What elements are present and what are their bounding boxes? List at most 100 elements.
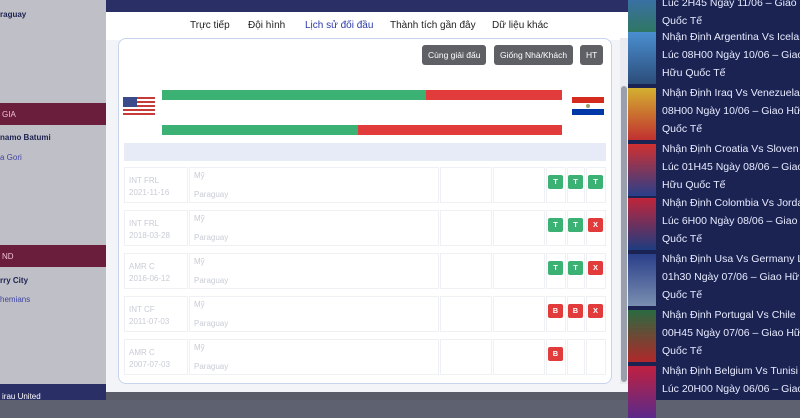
stat-bar-home-1 <box>162 90 426 100</box>
league-label: AMR C <box>129 262 155 271</box>
paraguay-flag-icon <box>572 97 604 115</box>
scrollbar[interactable] <box>620 38 628 384</box>
news-item[interactable]: Nhận Định Croatia Vs Sloven Lúc 01H45 Ngà… <box>628 140 800 196</box>
win-badge: T <box>568 218 583 232</box>
teams-cell: Mỹ Paraguay <box>189 253 439 289</box>
match-date: 2016-06-12 <box>129 274 170 283</box>
date-cell: AMR C 2016-06-12 <box>124 253 188 289</box>
news-thumbnail <box>628 88 656 140</box>
teams-cell: Mỹ Paraguay <box>189 296 439 332</box>
date-cell: INT FRL 2021-11-16 <box>124 167 188 203</box>
sidebar-link[interactable]: a Gori <box>0 153 22 162</box>
result-cell <box>586 339 606 375</box>
draw-badge: X <box>588 304 603 318</box>
head-to-head-panel: Cùng giải đấu Giống Nhà/Khách HT INT FRL… <box>118 38 612 384</box>
sidebar-team[interactable]: namo Batumi <box>0 133 106 142</box>
sidebar-bottom: irau United <box>0 384 106 401</box>
home-away-button[interactable]: Giống Nhà/Khách <box>494 45 574 65</box>
sidebar-text: raguay <box>0 10 27 19</box>
away-team: Paraguay <box>194 190 229 199</box>
home-team: Mỹ <box>194 343 205 352</box>
result-cell <box>567 339 585 375</box>
home-team: Mỹ <box>194 171 205 180</box>
date-cell: INT CF 2011-07-03 <box>124 296 188 332</box>
table-row[interactable]: AMR C 2016-06-12 Mỹ Paraguay T T X <box>124 251 606 291</box>
teams-cell: Mỹ Paraguay <box>189 339 439 375</box>
home-team: Mỹ <box>194 300 205 309</box>
table-row[interactable]: INT CF 2011-07-03 Mỹ Paraguay B B X <box>124 294 606 334</box>
win-badge: T <box>548 218 563 232</box>
table-header <box>124 143 606 161</box>
sidebar-header: ND <box>0 245 106 267</box>
score-cell <box>493 167 545 203</box>
score-cell <box>440 339 492 375</box>
date-cell: INT FRL 2018-03-28 <box>124 210 188 246</box>
ht-button[interactable]: HT <box>580 45 604 65</box>
score-cell <box>493 253 545 289</box>
score-cell <box>493 210 545 246</box>
head-to-head-modal: Trực tiếp Đội hình Lịch sử đối đầu Thành… <box>106 0 628 400</box>
usa-flag-icon <box>123 97 155 115</box>
news-item[interactable]: Nhận Định Colombia Vs Jorda Lúc 6H00 Ngày… <box>628 194 800 250</box>
stat-bar-away-1 <box>426 90 562 100</box>
score-cell <box>493 296 545 332</box>
sidebar-team[interactable]: rry City <box>0 276 106 285</box>
league-label: INT FRL <box>129 176 160 185</box>
win-badge: T <box>588 175 603 189</box>
match-date: 2011-07-03 <box>129 317 170 326</box>
table-row[interactable]: INT FRL 2021-11-16 Mỹ Paraguay T T T <box>124 165 606 205</box>
news-item[interactable]: Nhận Định Usa Vs Germany L 01h30 Ngày 07/… <box>628 250 800 306</box>
table-row[interactable]: AMR C 2007-07-03 Mỹ Paraguay B <box>124 337 606 377</box>
stat-bar-away-2 <box>358 125 562 135</box>
teams-cell: Mỹ Paraguay <box>189 210 439 246</box>
news-item[interactable]: Nhận Định Portugal Vs Chile 00H45 Ngày 07… <box>628 306 800 362</box>
same-tournament-button[interactable]: Cùng giải đấu <box>422 45 487 65</box>
loss-badge: B <box>548 347 563 361</box>
news-thumbnail <box>628 310 656 362</box>
tab-recent-form[interactable]: Thành tích gần đây <box>390 20 476 31</box>
home-team: Mỹ <box>194 214 205 223</box>
tab-live[interactable]: Trực tiếp <box>190 20 230 31</box>
draw-badge: X <box>588 261 603 275</box>
tab-other-data[interactable]: Dữ liệu khác <box>492 20 548 31</box>
news-item[interactable]: Nhận Định Iraq Vs Venezuela 08H00 Ngày 10… <box>628 84 800 140</box>
sidebar-header: GIA <box>0 103 106 125</box>
league-label: INT FRL <box>129 219 160 228</box>
win-badge: T <box>568 175 583 189</box>
away-team: Paraguay <box>194 233 229 242</box>
news-item[interactable]: Nhận Định Argentina Vs Icela Lúc 08H00 Ng… <box>628 28 800 84</box>
news-item[interactable]: Nhận Định Belgium Vs Tunisi Lúc 20H00 Ngà… <box>628 362 800 418</box>
date-cell: AMR C 2007-07-03 <box>124 339 188 375</box>
score-cell <box>493 339 545 375</box>
win-badge: T <box>548 175 563 189</box>
away-team: Paraguay <box>194 276 229 285</box>
scrollbar-thumb[interactable] <box>621 86 627 382</box>
teams-cell: Mỹ Paraguay <box>189 167 439 203</box>
match-date: 2018-03-28 <box>129 231 170 240</box>
draw-badge: X <box>588 218 603 232</box>
modal-header-strip <box>106 0 628 12</box>
news-thumbnail <box>628 198 656 250</box>
loss-badge: B <box>548 304 563 318</box>
score-cell <box>440 296 492 332</box>
bottom-strip <box>106 392 628 400</box>
win-badge: T <box>568 261 583 275</box>
league-label: AMR C <box>129 348 155 357</box>
tab-head-to-head[interactable]: Lịch sử đối đầu <box>305 20 373 31</box>
tab-lineup[interactable]: Đội hình <box>248 20 285 31</box>
news-thumbnail <box>628 366 656 418</box>
away-team: Paraguay <box>194 319 229 328</box>
sidebar-link[interactable]: hemians <box>0 295 30 304</box>
score-cell <box>440 167 492 203</box>
news-list-background: Lúc 2H45 Ngày 11/06 – Giao Quốc Tế Nhận Đ… <box>628 0 800 418</box>
loss-badge: B <box>568 304 583 318</box>
table-row[interactable]: INT FRL 2018-03-28 Mỹ Paraguay T T X <box>124 208 606 248</box>
match-date: 2007-07-03 <box>129 360 170 369</box>
win-badge: T <box>548 261 563 275</box>
left-sidebar-background: raguay GIA namo Batumi a Gori ND rry Cit… <box>0 0 106 401</box>
away-team: Paraguay <box>194 362 229 371</box>
news-thumbnail <box>628 32 656 84</box>
match-date: 2021-11-16 <box>129 188 170 197</box>
score-cell <box>440 253 492 289</box>
tab-bar: Trực tiếp Đội hình Lịch sử đối đầu Thành… <box>106 12 628 40</box>
